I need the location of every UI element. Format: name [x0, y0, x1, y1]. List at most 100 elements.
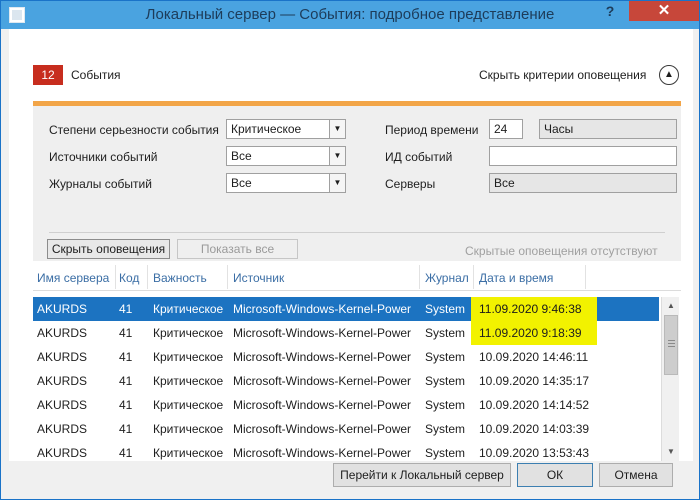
column-header-server[interactable]: Имя сервера [37, 271, 109, 285]
scroll-up-icon[interactable]: ▲ [664, 299, 678, 313]
servers-value: Все [494, 176, 515, 190]
table-row[interactable]: AKURDS 41 Критическое Microsoft-Windows-… [33, 319, 659, 345]
column-header-source[interactable]: Источник [233, 271, 284, 285]
servers-select[interactable]: Все [489, 173, 677, 193]
cell-log: System [425, 422, 466, 436]
cell-datetime: 10.09.2020 14:46:11 [479, 350, 589, 364]
show-all-button[interactable]: Показать все [177, 239, 298, 259]
dialog-footer: Перейти к Локальный сервер ОК Отмена [9, 461, 693, 493]
events-table: Имя сервера Код Важность Источник Журнал… [33, 261, 681, 461]
sources-value: Все [231, 149, 252, 163]
cell-server: AKURDS [37, 422, 88, 436]
cell-code: 41 [119, 398, 133, 412]
cell-code: 41 [119, 326, 133, 340]
chevron-up-icon[interactable]: ▲ [659, 65, 679, 85]
cell-severity: Критическое [153, 446, 224, 460]
period-unit-value: Часы [544, 122, 574, 136]
table-row[interactable]: AKURDS 41 Критическое Microsoft-Windows-… [33, 417, 659, 441]
cell-server: AKURDS [37, 374, 88, 388]
cell-log: System [425, 374, 466, 388]
period-input[interactable]: 24 [489, 119, 523, 139]
scrollbar-thumb[interactable] [664, 315, 678, 375]
cell-log: System [425, 326, 466, 340]
ok-button[interactable]: ОК [517, 463, 593, 487]
servers-label: Серверы [385, 177, 436, 191]
table-body[interactable]: AKURDS 41 Критическое Microsoft-Windows-… [33, 297, 659, 461]
table-row[interactable]: AKURDS 41 Критическое Microsoft-Windows-… [33, 345, 659, 369]
column-divider[interactable] [473, 265, 474, 289]
criteria-separator [49, 232, 665, 233]
dialog-content: 12 События Скрыть критерии оповещения ▲ … [9, 29, 693, 493]
cell-severity: Критическое [153, 422, 224, 436]
severity-value: Критическое [231, 122, 302, 136]
table-row[interactable]: AKURDS 41 Критическое Microsoft-Windows-… [33, 297, 659, 321]
vertical-scrollbar[interactable]: ▲ ▼ [661, 297, 679, 461]
hide-criteria-link[interactable]: Скрыть критерии оповещения [479, 68, 646, 82]
cell-severity: Критическое [153, 302, 224, 316]
column-divider[interactable] [115, 265, 116, 289]
cell-source: Microsoft-Windows-Kernel-Power [233, 446, 412, 460]
period-unit-select[interactable]: Часы [539, 119, 677, 139]
cell-code: 41 [119, 302, 133, 316]
chevron-down-icon[interactable]: ▼ [329, 147, 345, 165]
cell-server: AKURDS [37, 398, 88, 412]
cell-source: Microsoft-Windows-Kernel-Power [233, 350, 412, 364]
column-header-code[interactable]: Код [119, 271, 139, 285]
hide-alerts-button[interactable]: Скрыть оповещения [47, 239, 170, 259]
cell-severity: Критическое [153, 374, 224, 388]
scroll-down-icon[interactable]: ▼ [664, 445, 678, 459]
sources-select[interactable]: Все ▼ [226, 146, 346, 166]
event-id-label: ИД событий [385, 150, 453, 164]
goto-local-server-button[interactable]: Перейти к Локальный сервер [333, 463, 511, 487]
severity-label: Степени серьезности события [49, 123, 219, 137]
cell-datetime: 11.09.2020 9:46:38 [479, 302, 582, 316]
column-header-log[interactable]: Журнал [425, 271, 469, 285]
column-header-severity[interactable]: Важность [153, 271, 207, 285]
period-label: Период времени [385, 123, 479, 137]
cell-server: AKURDS [37, 302, 88, 316]
grip-icon [668, 340, 675, 341]
chevron-down-icon[interactable]: ▼ [329, 174, 345, 192]
title-bar[interactable]: Локальный сервер — События: подробное пр… [1, 1, 699, 29]
cell-code: 41 [119, 422, 133, 436]
cell-server: AKURDS [37, 326, 88, 340]
no-hidden-alerts-text: Скрытые оповещения отсутствуют [465, 244, 658, 258]
table-row[interactable]: AKURDS 41 Критическое Microsoft-Windows-… [33, 441, 659, 461]
cancel-button[interactable]: Отмена [599, 463, 673, 487]
cell-source: Microsoft-Windows-Kernel-Power [233, 398, 412, 412]
column-divider[interactable] [227, 265, 228, 289]
cell-source: Microsoft-Windows-Kernel-Power [233, 326, 412, 340]
column-divider[interactable] [147, 265, 148, 289]
events-header: 12 События Скрыть критерии оповещения ▲ [9, 29, 693, 97]
chevron-down-icon[interactable]: ▼ [329, 120, 345, 138]
column-divider[interactable] [419, 265, 420, 289]
cell-datetime: 11.09.2020 9:18:39 [479, 326, 582, 340]
logs-label: Журналы событий [49, 177, 152, 191]
cell-source: Microsoft-Windows-Kernel-Power [233, 422, 412, 436]
table-row[interactable]: AKURDS 41 Критическое Microsoft-Windows-… [33, 369, 659, 393]
cell-server: AKURDS [37, 350, 88, 364]
cell-severity: Критическое [153, 326, 224, 340]
table-row[interactable]: AKURDS 41 Критическое Microsoft-Windows-… [33, 393, 659, 417]
cell-datetime: 10.09.2020 14:14:52 [479, 398, 590, 412]
cell-severity: Критическое [153, 398, 224, 412]
cell-severity: Критическое [153, 350, 224, 364]
criteria-panel: Степени серьезности события Критическое … [33, 106, 681, 261]
cell-source: Microsoft-Windows-Kernel-Power [233, 302, 412, 316]
logs-value: Все [231, 176, 252, 190]
event-id-input[interactable] [489, 146, 677, 166]
help-button[interactable]: ? [597, 1, 623, 21]
cell-datetime: 10.09.2020 14:03:39 [479, 422, 590, 436]
column-divider[interactable] [585, 265, 586, 289]
cell-code: 41 [119, 374, 133, 388]
window-title: Локальный сервер — События: подробное пр… [145, 6, 555, 23]
logs-select[interactable]: Все ▼ [226, 173, 346, 193]
cell-log: System [425, 350, 466, 364]
column-header-datetime[interactable]: Дата и время [479, 271, 553, 285]
severity-select[interactable]: Критическое ▼ [226, 119, 346, 139]
sources-label: Источники событий [49, 150, 158, 164]
cell-code: 41 [119, 446, 133, 460]
table-header: Имя сервера Код Важность Источник Журнал… [33, 261, 681, 291]
close-button[interactable]: ✕ [629, 1, 699, 21]
events-title: События [71, 68, 121, 82]
